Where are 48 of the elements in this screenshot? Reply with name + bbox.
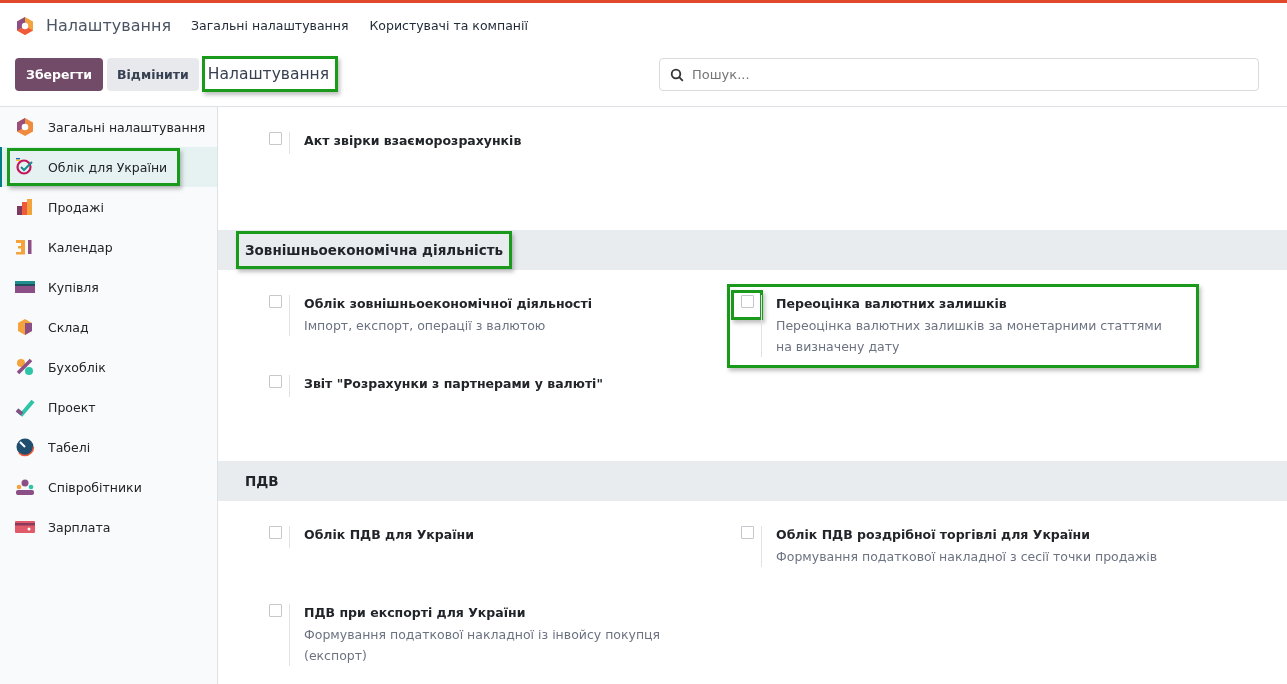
checkbox[interactable] — [268, 526, 282, 539]
setting-description: Імпорт, експорт, операції з валютою — [304, 317, 547, 335]
save-button[interactable]: Зберегти — [15, 57, 104, 91]
checkbox[interactable] — [268, 132, 282, 145]
setting-title: ПДВ при експорті для України — [304, 604, 527, 622]
sidebar-item[interactable]: Бухоблік — [0, 347, 217, 387]
setting-title: Акт звірки взаєморозрахунків — [304, 132, 522, 150]
app-logo-icon — [15, 15, 35, 36]
menu-link[interactable]: Користувачі та компанії — [369, 18, 528, 33]
sidebar-item[interactable]: Облік для України — [0, 147, 217, 187]
cube-icon — [15, 317, 35, 337]
people-icon — [15, 477, 35, 497]
checkbox[interactable] — [268, 604, 282, 617]
setting-title: Облік зовнішньоекономічної діяльності — [304, 295, 593, 313]
setting-title: Звіт "Розрахунки з партнерами у валюті" — [304, 375, 603, 393]
checkbox[interactable] — [268, 375, 282, 388]
search-icon — [670, 67, 684, 82]
menu-link[interactable]: Загальні налаштування — [191, 18, 349, 33]
bar-chart-icon — [15, 197, 35, 217]
setting-title: Облік ПДВ роздрібної торгівлі для України — [776, 526, 1091, 544]
sidebar-item[interactable]: Купівля — [0, 267, 217, 307]
sidebar-item[interactable]: Проект — [0, 387, 217, 427]
setting-description: Формування податкової накладної із інвойсу покупця (експорт) — [304, 626, 662, 665]
breadcrumb: Налаштування — [204, 59, 336, 89]
setting-title: Переоцінка валютних залишків — [776, 295, 1008, 313]
section-title: Зовнішньоекономічна діяльність — [239, 234, 510, 266]
sidebar-item[interactable]: Продажі — [0, 187, 217, 227]
sidebar-item[interactable]: Співробітники — [0, 467, 217, 507]
sidebar-item[interactable]: Табелі — [0, 427, 217, 467]
sidebar-item[interactable]: Календар — [0, 227, 217, 267]
setting-description: Формування податкової накладної з сесії точки продажів — [776, 548, 1158, 566]
checkmark-icon — [15, 397, 35, 417]
percent-icon — [15, 357, 35, 377]
app-title: Налаштування — [46, 16, 172, 35]
sidebar-item[interactable]: Склад — [0, 307, 217, 347]
hexagon-icon — [15, 117, 35, 137]
checkbox[interactable] — [740, 526, 754, 539]
clock-icon — [15, 437, 35, 457]
sidebar-item[interactable]: Зарплата — [0, 507, 217, 547]
section-title: ПДВ — [244, 472, 280, 491]
search-field[interactable]: Пошук... — [659, 57, 1259, 91]
setting-description: Переоцінка валютних залишків за монетарними статтями на визначену дату — [776, 317, 1163, 356]
setting-title: Облік ПДВ для України — [304, 526, 474, 544]
checkmark-logo-icon — [15, 157, 35, 177]
sidebar-item[interactable]: Загальні налаштування — [0, 107, 217, 147]
discard-button[interactable]: Відмінити — [107, 57, 199, 91]
checkbox[interactable] — [268, 295, 282, 308]
checkbox[interactable] — [740, 295, 754, 308]
